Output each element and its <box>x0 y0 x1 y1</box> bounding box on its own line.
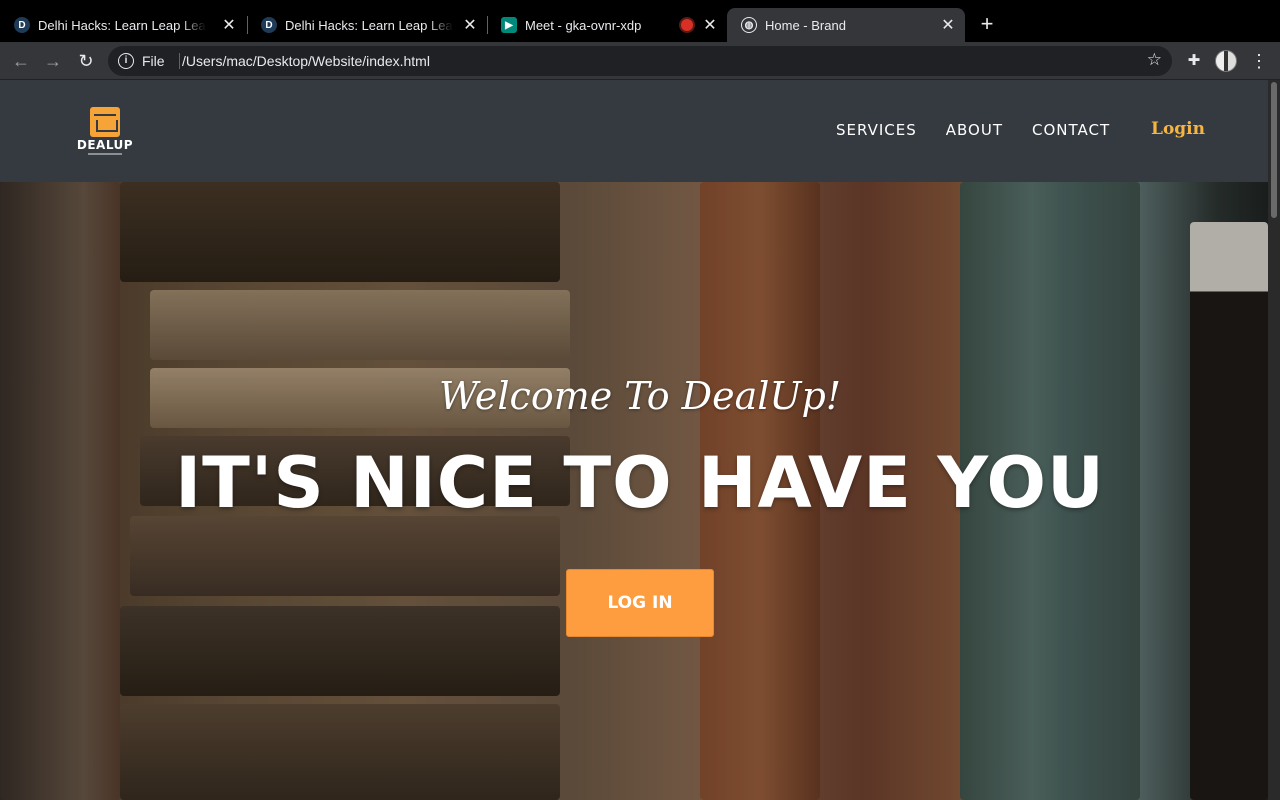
brand-logo[interactable]: DEALUP <box>74 105 136 157</box>
globe-icon: ◍ <box>741 17 757 33</box>
close-icon[interactable]: ✕ <box>220 16 238 34</box>
tab-home-brand[interactable]: ◍ Home - Brand ✕ <box>727 8 965 42</box>
page-scrollbar[interactable] <box>1268 80 1280 800</box>
hero-section: Welcome To DealUp! IT'S NICE TO HAVE YOU… <box>0 182 1268 800</box>
omnibox-divider <box>179 53 180 69</box>
tab-delhi-hacks-2[interactable]: D Delhi Hacks: Learn Leap Lead ✕ <box>247 8 487 42</box>
menu-kebab-icon[interactable]: ⋮ <box>1250 50 1268 72</box>
tab-title: Meet - gka-ovnr-xdp <box>525 17 642 33</box>
tab-meet[interactable]: ▶ Meet - gka-ovnr-xdp ✕ <box>487 8 727 42</box>
meet-camera-icon: ▶ <box>501 17 517 33</box>
scrollbar-thumb[interactable] <box>1271 82 1277 218</box>
hero-welcome-text: Welcome To DealUp! <box>438 374 842 418</box>
extensions-puzzle-icon[interactable]: ✚ <box>1184 51 1204 71</box>
close-icon[interactable]: ✕ <box>461 16 479 34</box>
nav-links: SERVICES ABOUT CONTACT <box>836 121 1139 139</box>
close-icon[interactable]: ✕ <box>939 16 957 34</box>
page-viewport: DEALUP SERVICES ABOUT CONTACT Login Welc… <box>0 80 1280 800</box>
storefront-icon <box>90 107 120 137</box>
nav-login-link[interactable]: Login <box>1151 119 1205 139</box>
browser-toolbar: ← → ↻ i File /Users/mac/Desktop/Website/… <box>0 42 1280 80</box>
reload-icon[interactable]: ↻ <box>75 50 97 72</box>
scheme-label: File <box>142 53 165 69</box>
bookmark-star-icon[interactable]: ☆ <box>1147 50 1162 70</box>
delhi-hacks-favicon-icon: D <box>14 17 30 33</box>
tab-strip: D Delhi Hacks: Learn Leap Lead ✕ D Delhi… <box>0 0 1280 42</box>
tab-title: Home - Brand <box>765 17 846 33</box>
profile-avatar[interactable] <box>1215 50 1237 72</box>
recording-indicator-icon <box>681 19 693 31</box>
brand-tagline-mark <box>88 153 122 155</box>
close-icon[interactable]: ✕ <box>701 16 719 34</box>
nav-link-services[interactable]: SERVICES <box>836 121 917 139</box>
hero-headline: IT'S NICE TO HAVE YOU <box>175 442 1105 524</box>
address-bar[interactable]: i File /Users/mac/Desktop/Website/index.… <box>108 46 1172 76</box>
forward-arrow-icon[interactable]: → <box>42 50 64 72</box>
nav-link-about[interactable]: ABOUT <box>946 121 1003 139</box>
hero-login-button[interactable]: LOG IN <box>566 569 714 637</box>
info-icon[interactable]: i <box>118 53 134 69</box>
delhi-hacks-favicon-icon: D <box>261 17 277 33</box>
tab-title: Delhi Hacks: Learn Leap Lead <box>38 17 206 33</box>
url-text[interactable]: /Users/mac/Desktop/Website/index.html <box>182 53 430 69</box>
brand-name: DEALUP <box>76 138 134 152</box>
nav-link-contact[interactable]: CONTACT <box>1032 121 1110 139</box>
tab-delhi-hacks-1[interactable]: D Delhi Hacks: Learn Leap Lead ✕ <box>0 8 246 42</box>
tab-title: Delhi Hacks: Learn Leap Lead <box>285 17 453 33</box>
site-navbar: DEALUP SERVICES ABOUT CONTACT Login <box>0 80 1268 182</box>
back-arrow-icon[interactable]: ← <box>10 50 32 72</box>
new-tab-plus-icon[interactable]: + <box>976 13 998 35</box>
